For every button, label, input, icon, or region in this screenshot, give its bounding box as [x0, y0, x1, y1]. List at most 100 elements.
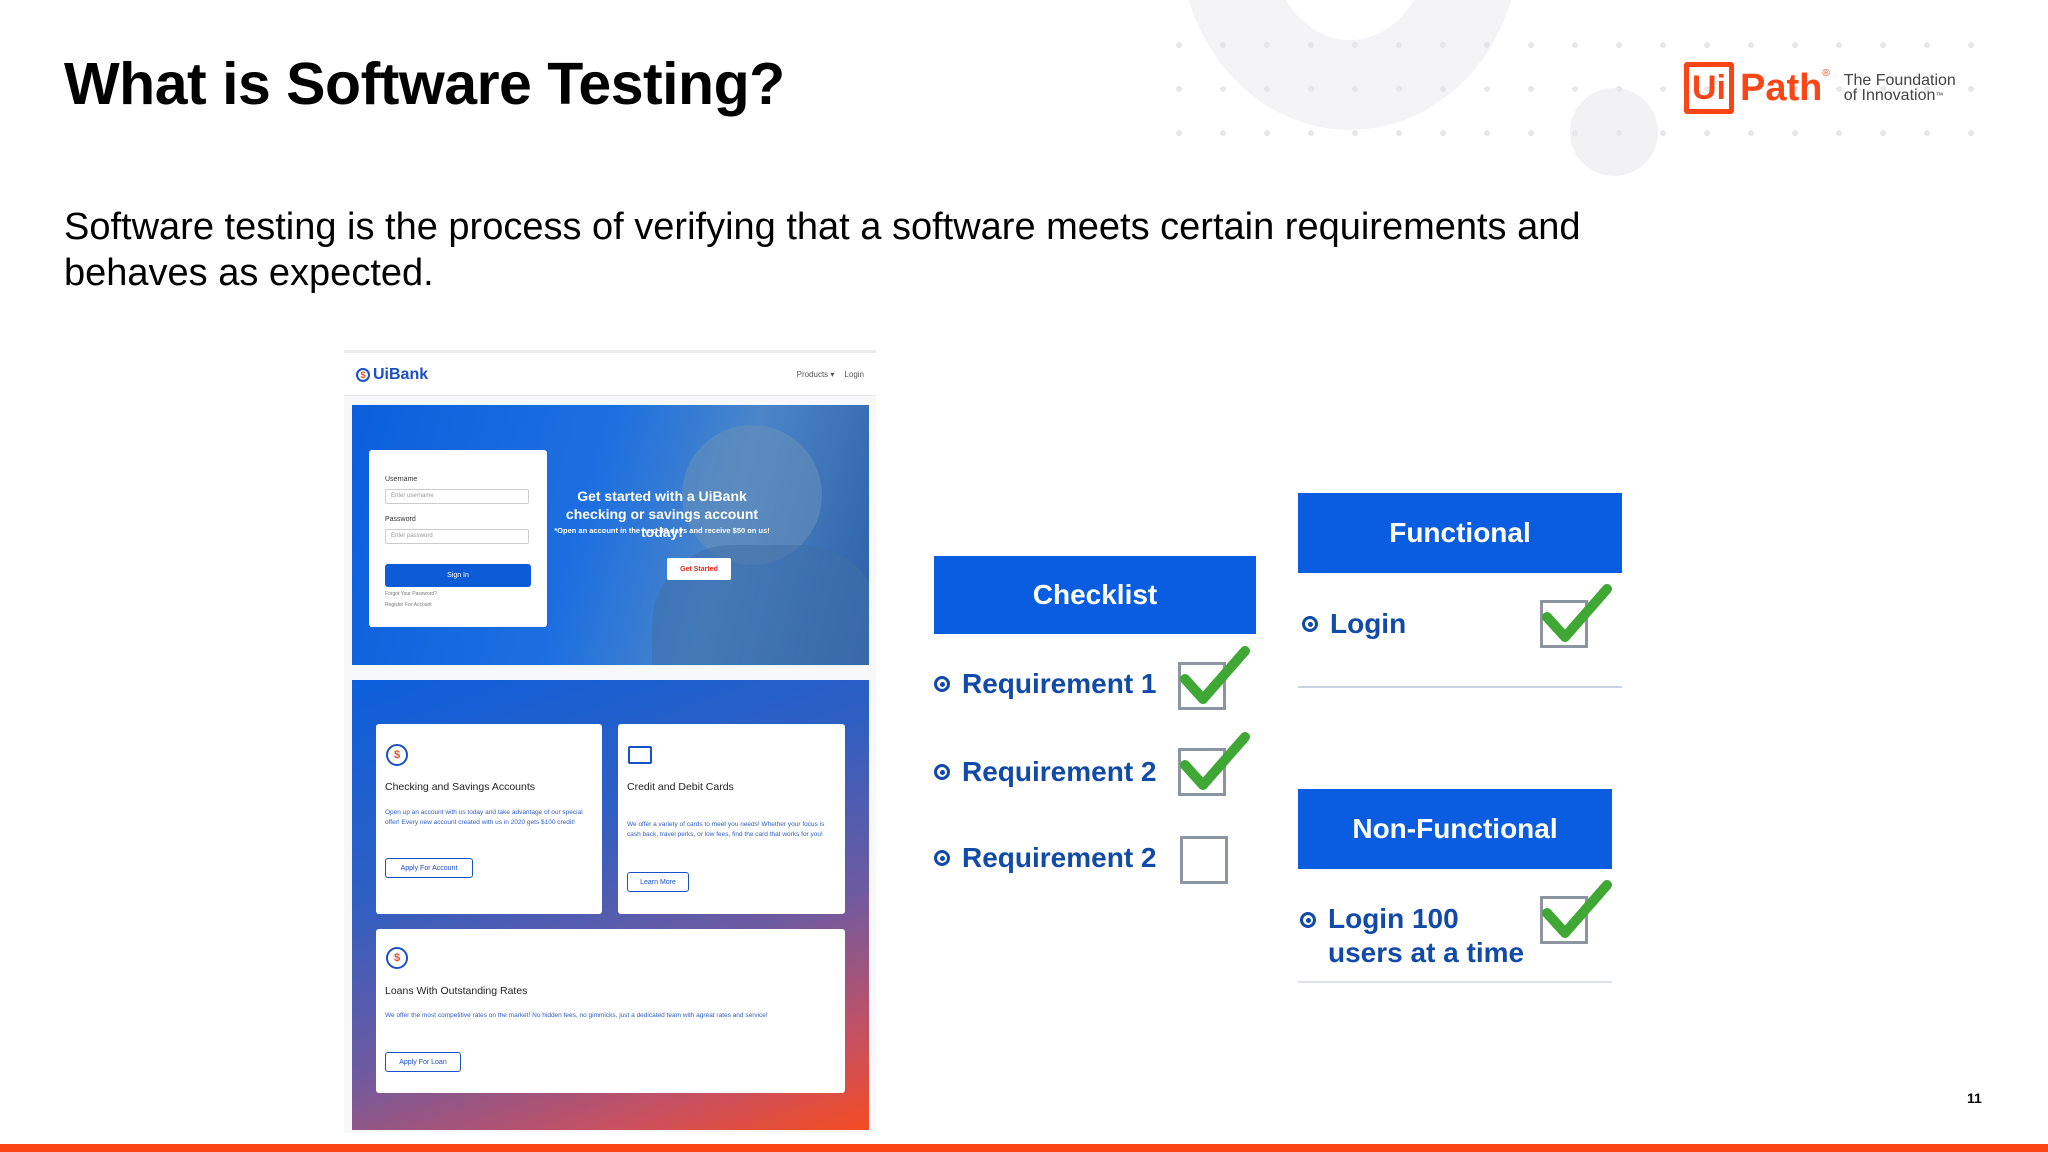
checkbox-functional-login[interactable] — [1540, 584, 1612, 648]
decorative-dot — [1924, 42, 1930, 48]
uibank-navbar: $ UiBank Products ▾ Login — [344, 353, 876, 396]
uibank-nav-links: Products ▾ Login — [797, 370, 864, 379]
decorative-dot — [1440, 86, 1446, 92]
coin-icon: $ — [356, 368, 370, 382]
decorative-dot — [1880, 130, 1886, 136]
green-check-icon — [1180, 732, 1250, 790]
slide-title: What is Software Testing? — [64, 51, 785, 117]
dollar-coin-icon: $ — [386, 744, 408, 766]
checkbox-requirement-3-unchecked[interactable] — [1180, 836, 1228, 884]
product-description: We offer a variety of cards to meet you … — [627, 821, 825, 838]
decorative-dot — [1572, 86, 1578, 92]
forgot-password-link[interactable]: Forgot Your Password? — [385, 591, 437, 597]
decorative-dot — [1220, 86, 1226, 92]
decorative-dot — [1440, 130, 1446, 136]
bullet-icon — [934, 764, 950, 780]
decorative-dot — [1440, 42, 1446, 48]
nav-login-link[interactable]: Login — [844, 370, 864, 379]
decorative-dot — [1836, 130, 1842, 136]
product-title: Loans With Outstanding Rates — [385, 985, 528, 997]
non-functional-divider — [1298, 981, 1612, 983]
nav-products-link[interactable]: Products ▾ — [797, 370, 835, 379]
product-description: Open up an account with us today and tak… — [385, 809, 583, 826]
decorative-dot — [1308, 130, 1314, 136]
non-functional-line1: Login 100 — [1328, 903, 1459, 934]
bottom-accent-bar — [0, 1144, 2048, 1152]
decorative-dot — [1396, 130, 1402, 136]
background-circle-decoration — [1570, 88, 1658, 176]
decorative-dot — [1220, 42, 1226, 48]
decorative-dot — [1880, 42, 1886, 48]
logo-tagline: The Foundation of Innovation™ — [1843, 72, 1956, 104]
checkbox-requirement-1[interactable] — [1178, 646, 1250, 710]
username-input[interactable]: Enter username — [385, 489, 529, 504]
bullet-icon — [934, 676, 950, 692]
decorative-dot — [1704, 130, 1710, 136]
decorative-dot — [1792, 42, 1798, 48]
learn-more-button[interactable]: Learn More — [627, 872, 689, 892]
product-description: We offer the most competitive rates on t… — [385, 1012, 768, 1019]
uibank-hero: Username Enter username Password Enter p… — [352, 405, 869, 665]
decorative-dot — [1792, 130, 1798, 136]
non-functional-item-load: Login 100 users at a time — [1300, 902, 1524, 970]
decorative-dot — [1484, 130, 1490, 136]
decorative-dot — [1528, 86, 1534, 92]
decorative-dot — [1572, 42, 1578, 48]
decorative-dot — [1616, 130, 1622, 136]
decorative-dot — [1748, 130, 1754, 136]
green-check-icon — [1542, 584, 1612, 642]
checklist-item-2: Requirement 2 — [934, 756, 1157, 788]
decorative-dot — [1528, 130, 1534, 136]
credit-card-icon — [628, 746, 652, 764]
checklist-item-1: Requirement 1 — [934, 668, 1157, 700]
decorative-dot — [1264, 86, 1270, 92]
checklist-header: Checklist — [934, 556, 1256, 634]
products-section: $ Checking and Savings Accounts Open up … — [352, 680, 869, 1130]
logo-tagline-line2: of Innovation™ — [1843, 87, 1944, 104]
functional-divider — [1298, 686, 1622, 688]
logo-tagline-line1: The Foundation — [1843, 72, 1956, 89]
uibank-brand: UiBank — [373, 366, 429, 383]
bullet-icon — [1302, 616, 1318, 632]
decorative-dot — [1528, 42, 1534, 48]
green-check-icon — [1542, 880, 1612, 938]
sign-in-button[interactable]: Sign In — [385, 564, 531, 587]
uibank-logo[interactable]: $ UiBank — [356, 366, 428, 384]
decorative-dot — [1660, 130, 1666, 136]
password-label: Password — [385, 516, 416, 523]
decorative-dot — [1308, 86, 1314, 92]
register-link[interactable]: Register For Account — [385, 602, 432, 608]
decorative-dot — [1836, 42, 1842, 48]
non-functional-line2: users at a time — [1328, 937, 1525, 968]
get-started-button[interactable]: Get Started — [667, 558, 731, 580]
decorative-dot — [1968, 86, 1974, 92]
product-card-cards: Credit and Debit Cards We offer a variet… — [618, 724, 845, 914]
product-title: Credit and Debit Cards — [627, 781, 734, 793]
decorative-dot — [1968, 42, 1974, 48]
background-ring-decoration — [1180, 0, 1520, 130]
bullet-icon — [1300, 912, 1316, 928]
decorative-dot — [1616, 42, 1622, 48]
apply-for-account-button[interactable]: Apply For Account — [385, 858, 473, 878]
login-card: Username Enter username Password Enter p… — [369, 450, 547, 627]
decorative-dot — [1176, 42, 1182, 48]
product-card-loans: $ Loans With Outstanding Rates We offer … — [376, 929, 845, 1093]
decorative-dot — [1176, 86, 1182, 92]
apply-for-loan-button[interactable]: Apply For Loan — [385, 1052, 461, 1072]
password-input[interactable]: Enter password — [385, 529, 529, 544]
decorative-dot — [1484, 86, 1490, 92]
checkbox-requirement-2[interactable] — [1178, 732, 1250, 796]
hero-subtext: *Open an account in the next 30 days and… — [554, 526, 770, 535]
decorative-dot — [1968, 130, 1974, 136]
decorative-dot — [1660, 86, 1666, 92]
functional-header: Functional — [1298, 493, 1622, 573]
page-number: 11 — [1967, 1090, 1982, 1106]
uipath-logo: Ui Path ® The Foundation of Innovation™ — [1684, 60, 1956, 116]
decorative-dot — [1176, 130, 1182, 136]
decorative-dot — [1352, 86, 1358, 92]
bullet-icon — [934, 850, 950, 866]
decorative-dot — [1616, 86, 1622, 92]
checkbox-non-functional-load[interactable] — [1540, 880, 1612, 944]
loan-dollar-icon: $ — [386, 947, 408, 969]
decorative-dot — [1396, 86, 1402, 92]
